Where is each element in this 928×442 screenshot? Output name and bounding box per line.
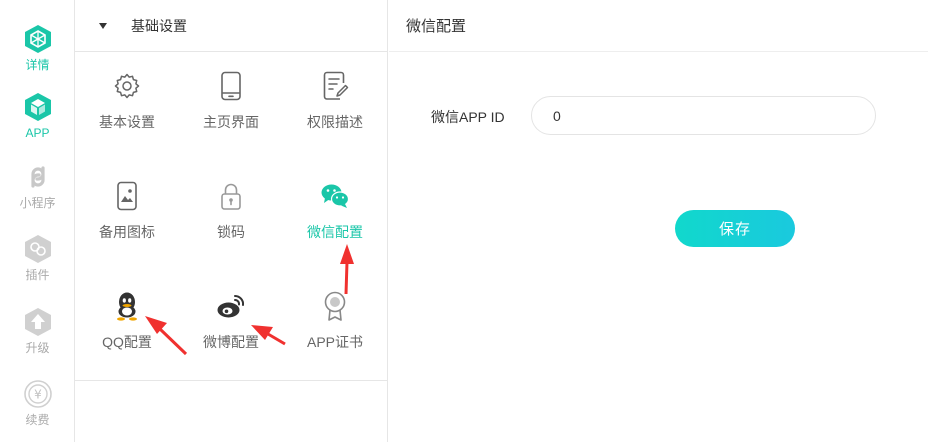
image-phone-icon xyxy=(111,180,143,212)
settings-item-label: 微信配置 xyxy=(307,224,363,240)
cube-icon xyxy=(21,90,55,124)
certificate-icon xyxy=(319,290,351,322)
caret-down-icon xyxy=(99,22,107,29)
settings-item-certificate[interactable]: APP证书 xyxy=(283,272,387,382)
renew-icon: ¥ xyxy=(21,377,55,411)
weibo-icon xyxy=(215,290,247,322)
rail-item-label: 续费 xyxy=(25,413,50,427)
rail-item-renew[interactable]: ¥ 续费 xyxy=(0,377,75,439)
wechat-icon xyxy=(319,180,351,212)
settings-item-label: 基本设置 xyxy=(99,114,155,130)
rail-item-details[interactable]: 详情 xyxy=(0,22,75,84)
settings-item-permissions[interactable]: 权限描述 xyxy=(283,52,387,162)
settings-item-wechat[interactable]: 微信配置 xyxy=(283,162,387,272)
settings-item-label: 备用图标 xyxy=(99,224,155,240)
rail-item-label: APP xyxy=(25,126,50,140)
left-rail: 详情 APP 小程序 插件 升级 ¥ 续费 xyxy=(0,0,75,442)
settings-item-alt-icon[interactable]: 备用图标 xyxy=(75,162,179,272)
settings-panel: 基础设置 基本设置 主页界面 权限描述 备用图标 锁码 微信配置 QQ配置 微博… xyxy=(75,0,388,442)
rail-item-label: 插件 xyxy=(25,268,50,282)
settings-item-label: APP证书 xyxy=(306,334,363,350)
settings-item-weibo[interactable]: 微博配置 xyxy=(179,272,283,382)
settings-grid: 基本设置 主页界面 权限描述 备用图标 锁码 微信配置 QQ配置 微博配置 AP… xyxy=(75,52,388,381)
settings-item-qq[interactable]: QQ配置 xyxy=(75,272,179,382)
edit-doc-icon xyxy=(319,70,351,102)
rail-item-plugin[interactable]: 插件 xyxy=(0,232,75,294)
save-button[interactable]: 保存 xyxy=(675,210,795,247)
settings-item-label: 主页界面 xyxy=(203,114,259,130)
miniprogram-icon xyxy=(21,160,55,194)
rail-item-miniprogram[interactable]: 小程序 xyxy=(0,160,75,222)
settings-item-label: 微博配置 xyxy=(203,334,259,350)
wechat-appid-input[interactable] xyxy=(531,96,876,135)
settings-item-homepage[interactable]: 主页界面 xyxy=(179,52,283,162)
settings-item-label: 权限描述 xyxy=(307,114,363,130)
section-header[interactable]: 基础设置 xyxy=(75,0,387,52)
phone-icon xyxy=(215,70,247,102)
rail-item-app[interactable]: APP xyxy=(0,90,75,152)
rail-item-label: 升级 xyxy=(25,341,50,355)
settings-item-label: 锁码 xyxy=(217,224,245,240)
settings-item-lock[interactable]: 锁码 xyxy=(179,162,283,272)
rail-item-upgrade[interactable]: 升级 xyxy=(0,305,75,367)
wechat-appid-label: 微信APP ID xyxy=(431,109,505,125)
rail-item-label: 小程序 xyxy=(19,196,56,210)
plugin-icon xyxy=(21,232,55,266)
lock-icon xyxy=(215,180,247,212)
settings-item-basic[interactable]: 基本设置 xyxy=(75,52,179,162)
rail-item-label: 详情 xyxy=(25,58,50,72)
upgrade-icon xyxy=(21,305,55,339)
page-title: 微信配置 xyxy=(389,0,928,52)
svg-text:¥: ¥ xyxy=(34,388,42,402)
config-panel: 微信配置 微信APP ID 保存 xyxy=(389,0,928,442)
qq-icon xyxy=(111,290,143,322)
gear-icon xyxy=(111,70,143,102)
cube-icon xyxy=(21,22,55,56)
settings-item-label: QQ配置 xyxy=(102,334,152,350)
section-title: 基础设置 xyxy=(131,17,187,34)
